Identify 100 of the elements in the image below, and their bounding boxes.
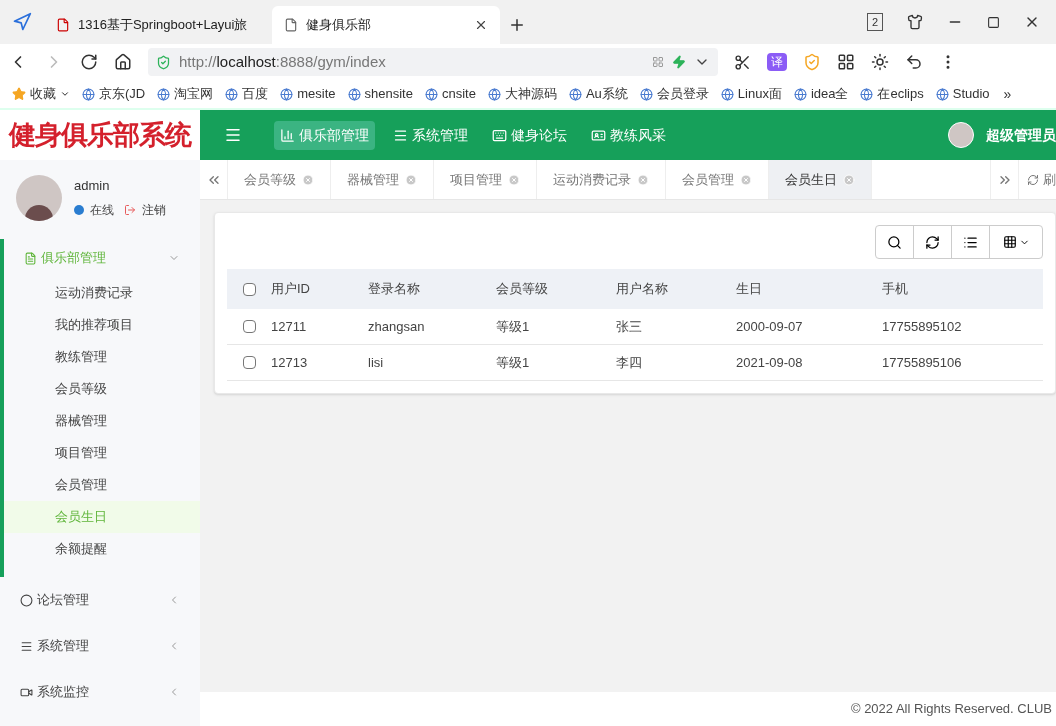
logout-link[interactable]: 注销 (142, 201, 166, 220)
bookmark-item[interactable]: 京东(JD (76, 82, 152, 106)
new-tab-icon[interactable] (508, 16, 526, 34)
list-icon (20, 639, 33, 653)
table-cell: 李四 (616, 354, 642, 370)
bookmark-item[interactable]: Studio (929, 82, 996, 106)
globe-icon (347, 87, 361, 101)
menu-group[interactable]: 论坛管理 (0, 577, 200, 623)
address-field[interactable]: http://localhost:8888/gym/index (148, 48, 718, 76)
apps-icon[interactable] (837, 53, 855, 71)
avatar (948, 122, 974, 148)
globe-icon (793, 87, 807, 101)
shirt-icon[interactable] (907, 14, 923, 30)
menu-item[interactable]: 余额提醒 (4, 533, 200, 565)
scissors-icon[interactable] (734, 53, 751, 71)
column-header: 手机 (882, 281, 908, 297)
column-header: 登录名称 (368, 281, 420, 297)
menu-item[interactable]: 我的推荐项目 (4, 309, 200, 341)
menu-item[interactable]: 项目管理 (4, 437, 200, 469)
page-tab[interactable]: 器械管理 (331, 160, 434, 199)
bookmark-item[interactable]: shensite (341, 82, 419, 106)
logout-icon (124, 204, 136, 217)
bookmark-item[interactable]: 在eclips (854, 82, 930, 106)
bookmark-item[interactable]: Linux面 (714, 82, 788, 106)
page-tab[interactable]: 项目管理 (434, 160, 537, 199)
globe-icon (568, 87, 582, 101)
browser-tab[interactable]: 1316基于Springboot+Layui旅 (44, 6, 272, 44)
caret-icon (60, 89, 70, 99)
tab-count[interactable]: 2 (866, 13, 883, 31)
column-header: 生日 (736, 281, 762, 297)
table-cell: 等级1 (496, 354, 530, 370)
table-cell: 张三 (616, 318, 642, 334)
table-cell: 17755895102 (882, 318, 962, 334)
bookmark-item[interactable]: mesite (274, 82, 342, 106)
footer-text: © 2022 All Rights Reserved. CLUB (850, 700, 1052, 719)
bookmark-item[interactable]: 百度 (219, 82, 275, 106)
globe-icon (280, 87, 294, 101)
reload-icon[interactable] (80, 53, 98, 71)
bookmark-item[interactable]: 淘宝网 (151, 82, 220, 106)
column-header: 会员等级 (496, 281, 548, 297)
column-header: 用户ID (271, 281, 310, 297)
page-icon (284, 18, 298, 32)
star-icon (12, 87, 26, 101)
list-icon[interactable] (963, 234, 978, 250)
page-icon (56, 18, 70, 32)
table-cell: 17755895106 (882, 354, 962, 370)
user-name: admin (74, 176, 111, 195)
table-cell: 12711 (271, 318, 307, 334)
home-icon[interactable] (114, 53, 132, 71)
browser-logo-icon (12, 12, 32, 32)
browser-tab[interactable]: 健身俱乐部 (272, 6, 500, 44)
page-tab[interactable]: 会员等级 (228, 160, 331, 199)
globe-icon (935, 87, 949, 101)
id-card-icon (591, 127, 606, 143)
refresh-icon[interactable] (925, 234, 940, 250)
maximize-icon[interactable] (987, 15, 1000, 29)
table-cell: 等级1 (496, 318, 530, 334)
list-icon (393, 127, 408, 143)
menu-item[interactable]: 教练管理 (4, 341, 200, 373)
keyboard-icon (492, 127, 507, 143)
sun-icon[interactable] (871, 53, 889, 71)
globe-icon (82, 87, 95, 101)
checkbox[interactable] (242, 356, 256, 369)
checkbox[interactable] (242, 282, 256, 296)
menu-item[interactable]: 运动消费记录 (4, 277, 200, 309)
columns-icon[interactable] (1002, 235, 1017, 249)
menu-item[interactable]: 会员等级 (4, 373, 200, 405)
column-header: 用户名称 (616, 281, 668, 297)
table-cell: zhangsan (368, 318, 425, 334)
menu-item[interactable]: 器械管理 (4, 405, 200, 437)
undo-icon[interactable] (905, 53, 923, 71)
globe-icon (720, 87, 734, 101)
bookmark-item[interactable]: 大神源码 (481, 82, 563, 106)
page-tab[interactable]: 会员生日 (769, 160, 872, 199)
bookmark-item[interactable]: 收藏 (6, 82, 76, 106)
bookmark-item[interactable]: 会员登录 (633, 82, 715, 106)
page-tab[interactable]: 运动消费记录 (537, 160, 666, 199)
bookmark-item[interactable]: idea全 (787, 82, 855, 106)
menu-item[interactable]: 会员管理 (4, 469, 200, 501)
checkbox[interactable] (242, 320, 256, 333)
grid-icon (652, 56, 664, 68)
table-cell: 2021-09-08 (736, 354, 803, 370)
status-text: 在线 (90, 202, 114, 220)
globe-icon (157, 87, 171, 101)
circle-icon (20, 593, 33, 607)
globe-icon (424, 87, 438, 101)
more-bookmarks-button[interactable]: » (995, 83, 1020, 105)
menu-group[interactable]: 系统管理 (0, 623, 200, 669)
globe-icon (860, 87, 874, 101)
refresh-button[interactable]: 刷 (1018, 160, 1056, 199)
search-icon[interactable] (887, 234, 902, 250)
globe-icon (487, 87, 501, 101)
translate-button[interactable]: 译 (767, 53, 787, 71)
globe-icon (225, 87, 239, 101)
bookmark-item[interactable]: Au系统 (562, 82, 634, 106)
app-logo: 健身俱乐部系统 (9, 118, 191, 152)
menu-group[interactable]: 系统监控 (0, 669, 200, 715)
bar-chart-icon (280, 127, 295, 143)
bookmark-item[interactable]: cnsite (418, 82, 482, 106)
close-icon[interactable] (474, 18, 488, 32)
